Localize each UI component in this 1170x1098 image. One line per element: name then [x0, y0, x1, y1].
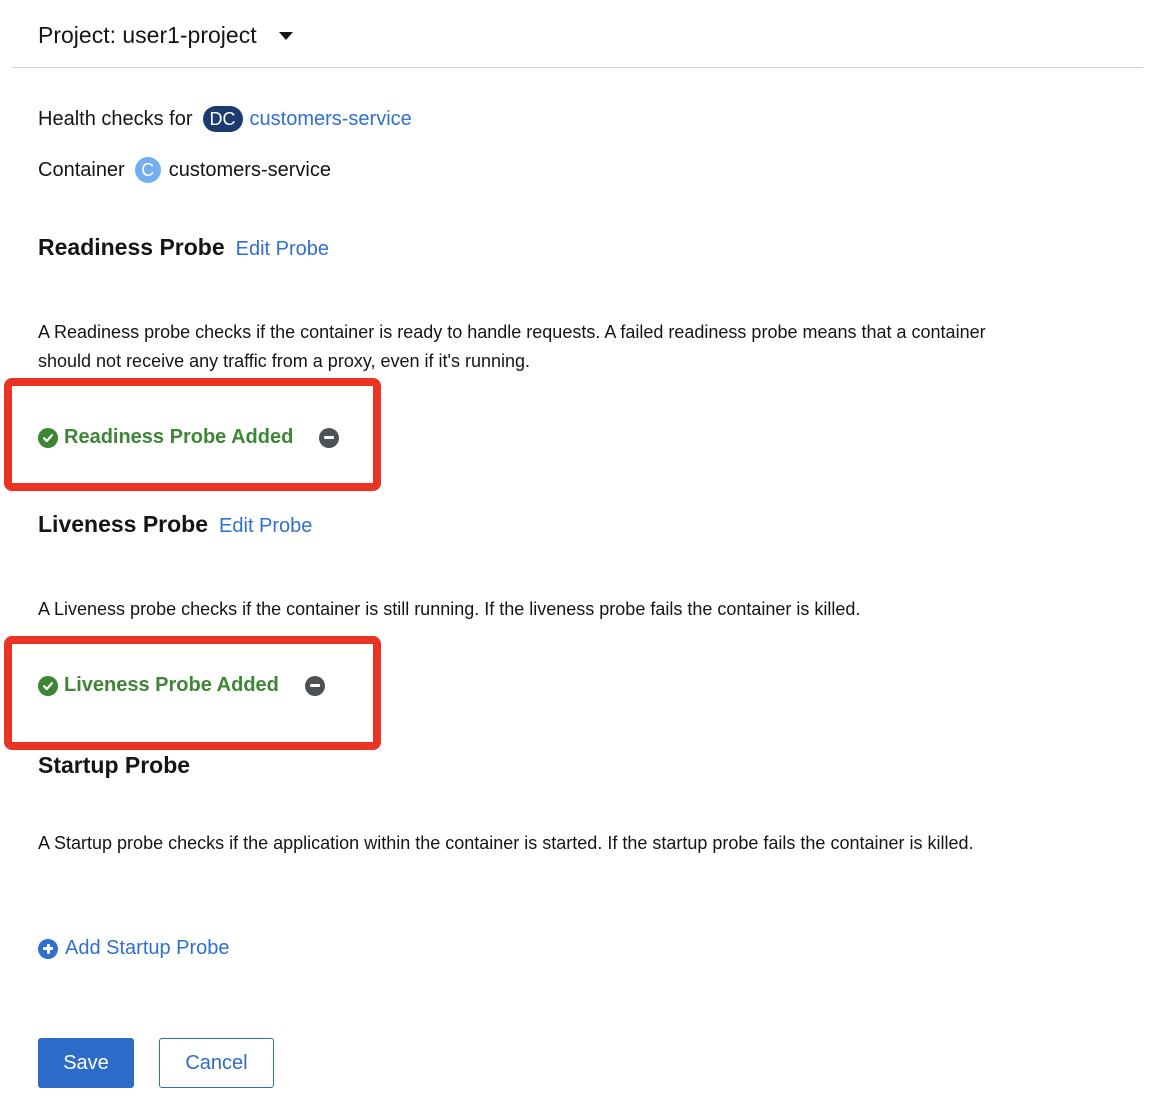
liveness-description: A Liveness probe checks if the container… — [38, 599, 861, 619]
startup-title: Startup Probe — [38, 752, 191, 778]
liveness-title: Liveness Probe — [38, 511, 209, 537]
startup-heading: Startup Probe — [38, 752, 190, 779]
container-label: Container — [38, 158, 125, 181]
add-startup-probe-label: Add Startup Probe — [65, 937, 230, 959]
health-checks-row: Health checks for DC customers-service — [38, 106, 412, 132]
dc-badge: DC — [202, 106, 243, 132]
plus-circle-icon — [38, 938, 58, 959]
liveness-status-text: Liveness Probe Added — [64, 674, 279, 696]
resource-link[interactable]: customers-service — [250, 108, 412, 131]
liveness-status: Liveness Probe Added — [38, 674, 325, 697]
check-circle-icon — [38, 675, 58, 696]
add-startup-probe-link[interactable]: Add Startup Probe — [38, 937, 230, 960]
divider — [12, 67, 1143, 68]
readiness-edit-probe-link[interactable]: Edit Probe — [236, 238, 329, 261]
save-button[interactable]: Save — [38, 1038, 134, 1088]
readiness-heading: Readiness Probe Edit Probe — [38, 234, 329, 261]
container-badge: C — [134, 157, 161, 183]
remove-readiness-probe-icon[interactable] — [319, 427, 340, 448]
container-row: Container C customers-service — [38, 157, 331, 183]
startup-description: A Startup probe checks if the applicatio… — [38, 833, 974, 853]
readiness-description: A Readiness probe checks if the containe… — [38, 322, 986, 371]
health-checks-label: Health checks for — [38, 107, 193, 130]
readiness-status: Readiness Probe Added — [38, 426, 340, 449]
readiness-status-text: Readiness Probe Added — [64, 426, 294, 448]
remove-liveness-probe-icon[interactable] — [304, 675, 325, 696]
cancel-button[interactable]: Cancel — [159, 1038, 274, 1088]
liveness-edit-probe-link[interactable]: Edit Probe — [219, 515, 312, 538]
project-label: Project: user1-project — [38, 21, 257, 48]
container-name: customers-service — [168, 158, 331, 181]
caret-down-icon — [278, 32, 293, 40]
readiness-title: Readiness Probe — [38, 234, 225, 260]
project-selector[interactable]: Project: user1-project — [38, 18, 293, 52]
check-circle-icon — [38, 427, 58, 448]
liveness-heading: Liveness Probe Edit Probe — [38, 511, 312, 538]
